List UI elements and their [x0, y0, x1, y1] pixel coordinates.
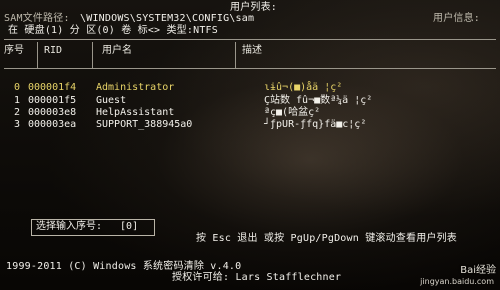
table-row[interactable]: 0 000001f4 Administrator ɩɨû¬(■)åä ¦ç²	[14, 82, 444, 94]
col-sep-3	[235, 42, 236, 68]
col-sep-1	[37, 42, 38, 68]
row-username: Administrator	[96, 82, 175, 93]
sam-path-label: SAM文件路径:	[4, 13, 70, 24]
col-header-index: 序号	[4, 45, 24, 56]
table-row[interactable]: 1 000001f5 Guest Ç站数 fû¬■数ª¼ä ¦ç²	[14, 95, 444, 107]
selection-prompt-box: 选择输入序号: 0	[31, 219, 155, 236]
row-index: 3	[14, 119, 21, 130]
selection-prompt-label: 选择输入序号:	[36, 221, 103, 232]
site-watermark: jingyan.baidu.com	[420, 277, 494, 286]
table-header-divider	[4, 68, 496, 69]
row-description: ɩɨû¬(■)åä ¦ç²	[264, 82, 343, 93]
row-description: ªç■(哈盆ç²	[264, 107, 321, 118]
row-rid: 000003e8	[28, 107, 77, 118]
row-username: HelpAssistant	[96, 107, 175, 118]
table-row[interactable]: 2 000003e8 HelpAssistant ªç■(哈盆ç²	[14, 107, 444, 119]
header-divider	[4, 39, 496, 40]
col-header-username: 用户名	[102, 45, 132, 56]
row-username: SUPPORT_388945a0	[96, 119, 193, 130]
selection-number-input[interactable]: 0	[120, 221, 138, 233]
col-header-rid: RID	[44, 45, 63, 56]
row-rid: 000001f5	[28, 95, 77, 106]
sam-path-value: \WINDOWS\SYSTEM32\CONFIG\sam	[80, 13, 255, 24]
table-header: 序号 RID 用户名 描述	[4, 45, 434, 57]
row-index: 0	[14, 82, 21, 93]
row-index: 1	[14, 95, 21, 106]
row-username: Guest	[96, 95, 127, 106]
dos-screen: 用户列表: SAM文件路径: \WINDOWS\SYSTEM32\CONFIG\…	[0, 0, 500, 290]
navigation-hint: 按 Esc 退出 或按 PgUp/PgDown 键滚动查看用户列表	[196, 233, 457, 244]
row-description: ┘ƒpUR-ƒfq}fä■c¦ç²	[264, 119, 367, 130]
license-line: 授权许可给: Lars Stafflechner	[172, 272, 342, 283]
table-row[interactable]: 3 000003ea SUPPORT_388945a0 ┘ƒpUR-ƒfq}fä…	[14, 119, 444, 131]
user-info-label: 用户信息:	[433, 13, 481, 24]
row-rid: 000003ea	[28, 119, 77, 130]
disk-info: 在 硬盘(1) 分 区(0) 卷 标<> 类型:NTFS	[8, 25, 218, 36]
col-sep-2	[92, 42, 93, 68]
row-rid: 000001f4	[28, 82, 77, 93]
baidu-badge: Bai经验	[460, 265, 496, 276]
col-header-description: 描述	[242, 45, 262, 56]
row-index: 2	[14, 107, 21, 118]
row-description: Ç站数 fû¬■数ª¼ä ¦ç²	[264, 95, 373, 106]
